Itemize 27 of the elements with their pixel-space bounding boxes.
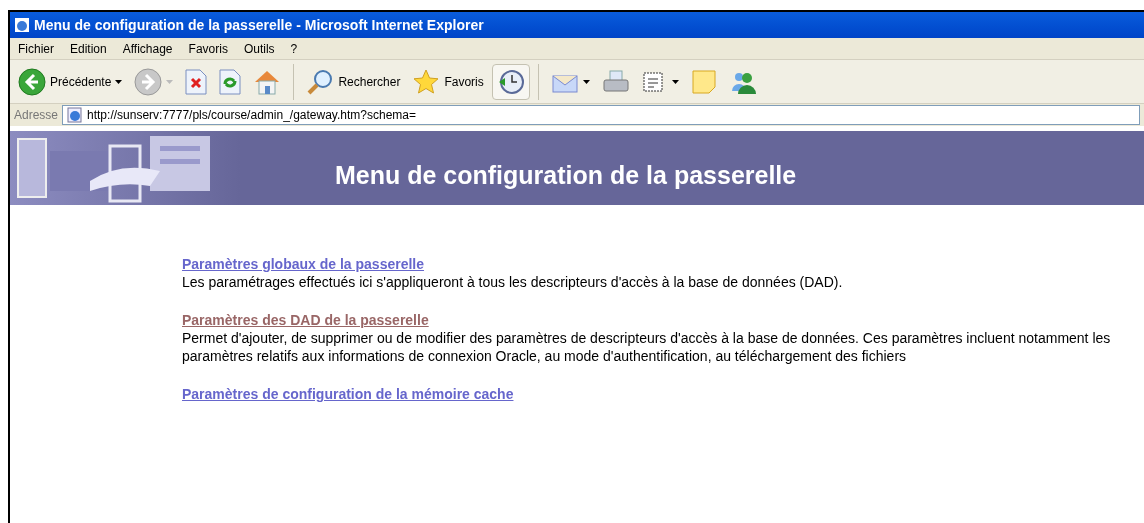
menu-item[interactable]: Favoris	[188, 39, 228, 58]
menu-item[interactable]: Fichier	[18, 39, 54, 58]
section-link[interactable]: Paramètres des DAD de la passerelle	[182, 311, 429, 329]
menu-item[interactable]: Outils	[243, 39, 275, 58]
menu-item[interactable]: ?	[290, 39, 298, 58]
section-link[interactable]: Paramètres globaux de la passerelle	[182, 255, 424, 273]
page-icon	[67, 107, 84, 123]
star-icon	[412, 67, 441, 96]
section-description: Permet d'ajouter, de supprimer ou de modifier des paramètres de descripteurs d'accès à la base de données. Ces paramètres incluent notamment les paramètres relatifs aux informations de connexion Oracle, au mode d'authentification, au téléchargement des fichiers	[182, 329, 1112, 365]
menu-item[interactable]: Edition	[70, 39, 107, 58]
caret-icon[interactable]	[115, 79, 123, 84]
caret-icon[interactable]	[582, 79, 590, 84]
search-icon	[306, 67, 335, 96]
address-field[interactable]: http://sunserv:7777/pls/course/admin_/gateway.htm?schema=	[62, 105, 1140, 125]
section-description: Les paramétrages effectués ici s'appliqueront à tous les descripteurs d'accès à la base de données (DAD).	[182, 273, 844, 291]
search-button[interactable]: Rechercher	[302, 63, 405, 100]
history-button[interactable]	[491, 63, 530, 100]
section-link[interactable]: Paramètres de configuration de la mémoire cache	[182, 385, 514, 403]
address-label: Adresse	[14, 107, 59, 124]
browser-icon	[14, 17, 30, 33]
window-title: Menu de configuration de la passerelle - Microsoft Internet Explorer	[34, 15, 484, 35]
document-icon	[641, 70, 664, 93]
menu-item[interactable]: Affichage	[122, 39, 173, 58]
back-button[interactable]: Précédente	[14, 63, 127, 100]
caret-icon[interactable]	[671, 79, 679, 84]
banner-title: Menu de configuration de la passerelle	[335, 160, 797, 192]
favorites-button[interactable]: Favoris	[408, 63, 488, 100]
